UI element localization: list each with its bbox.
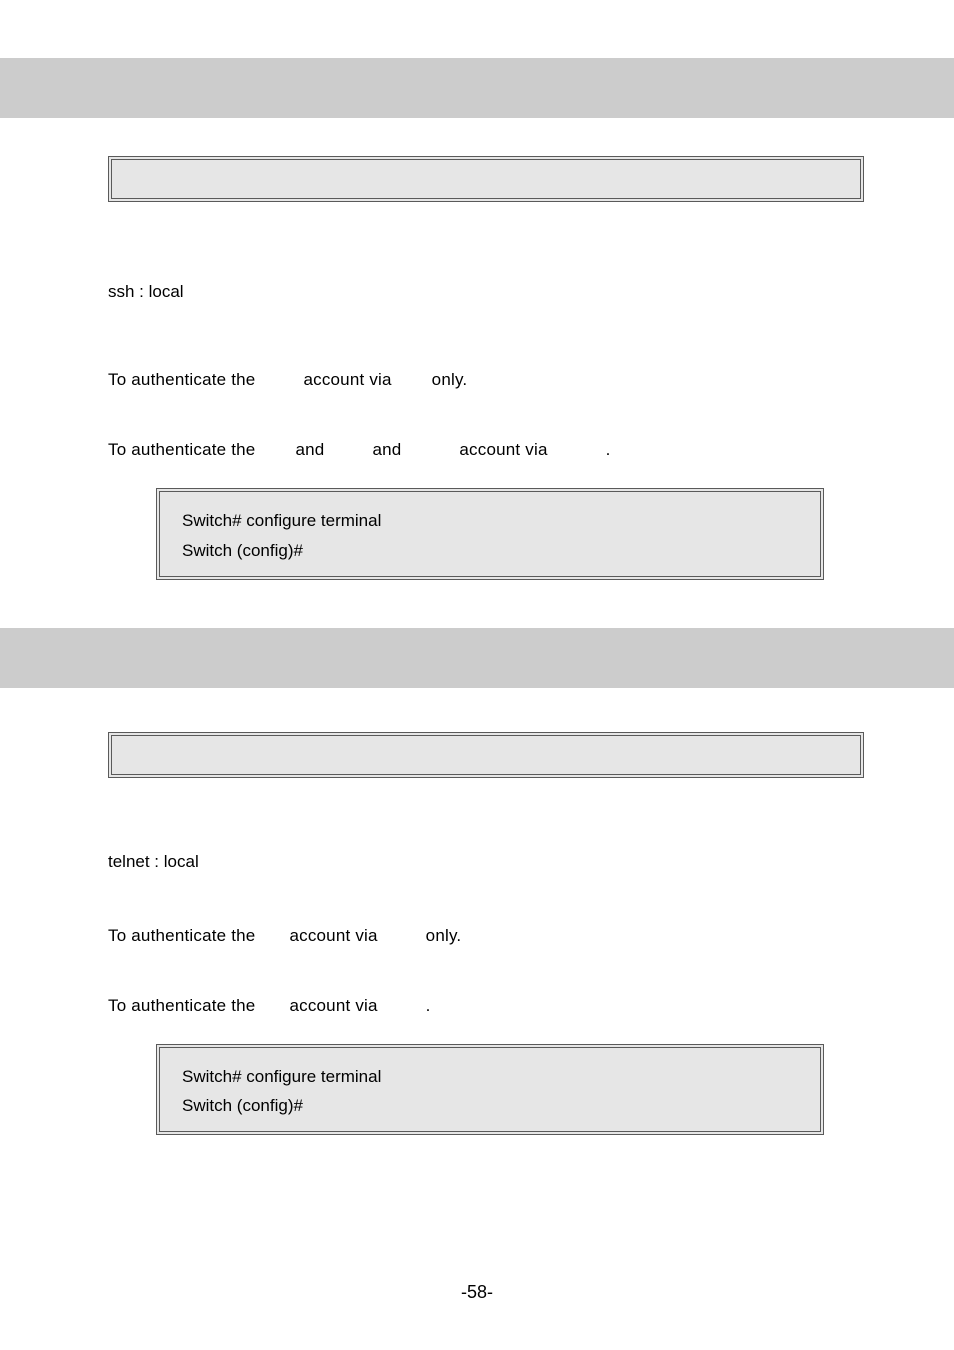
- default-line-1: ssh : local: [108, 282, 864, 302]
- text-fragment: and: [372, 440, 401, 459]
- example-box-1: Switch# configure terminal Switch (confi…: [156, 488, 824, 580]
- text-fragment: account via: [303, 370, 391, 389]
- syntax-box-2: [108, 732, 864, 778]
- example-line-1-1: Switch# configure terminal: [182, 506, 798, 536]
- content-block-1: ssh : local To authenticate the account v…: [108, 282, 864, 580]
- gap-1: [0, 580, 954, 628]
- example-line-2-1: Switch# configure terminal: [182, 1062, 798, 1092]
- page-content: ssh : local To authenticate the account v…: [0, 0, 954, 1135]
- text-fragment: To authenticate the: [108, 440, 255, 459]
- text-fragment: To authenticate the: [108, 996, 255, 1015]
- text-fragment: To authenticate the: [108, 926, 255, 945]
- example-line-2-2: Switch (config)#: [182, 1091, 798, 1121]
- top-spacer: [0, 0, 954, 58]
- text-line-1-2: To authenticate the and and account via.: [108, 440, 864, 460]
- text-fragment: and: [295, 440, 324, 459]
- section-header-1: [0, 58, 954, 118]
- text-fragment: account via: [289, 996, 377, 1015]
- example-box-2: Switch# configure terminal Switch (confi…: [156, 1044, 824, 1136]
- text-fragment: .: [606, 440, 611, 459]
- text-line-2-1: To authenticate the account via only.: [108, 926, 864, 946]
- syntax-box-1: [108, 156, 864, 202]
- text-line-1-1: To authenticate the account via only.: [108, 370, 864, 390]
- text-fragment: To authenticate the: [108, 370, 255, 389]
- text-fragment: .: [426, 996, 431, 1015]
- text-line-2-2: To authenticate the account via.: [108, 996, 864, 1016]
- page-number: -58-: [0, 1282, 954, 1303]
- example-line-1-2: Switch (config)#: [182, 536, 798, 566]
- text-fragment: account via: [289, 926, 377, 945]
- text-fragment: only.: [426, 926, 462, 945]
- content-block-2: telnet : local To authenticate the accoun…: [108, 852, 864, 1136]
- section-header-2: [0, 628, 954, 688]
- default-line-2: telnet : local: [108, 852, 864, 872]
- text-fragment: only.: [432, 370, 468, 389]
- text-fragment: account via: [459, 440, 547, 459]
